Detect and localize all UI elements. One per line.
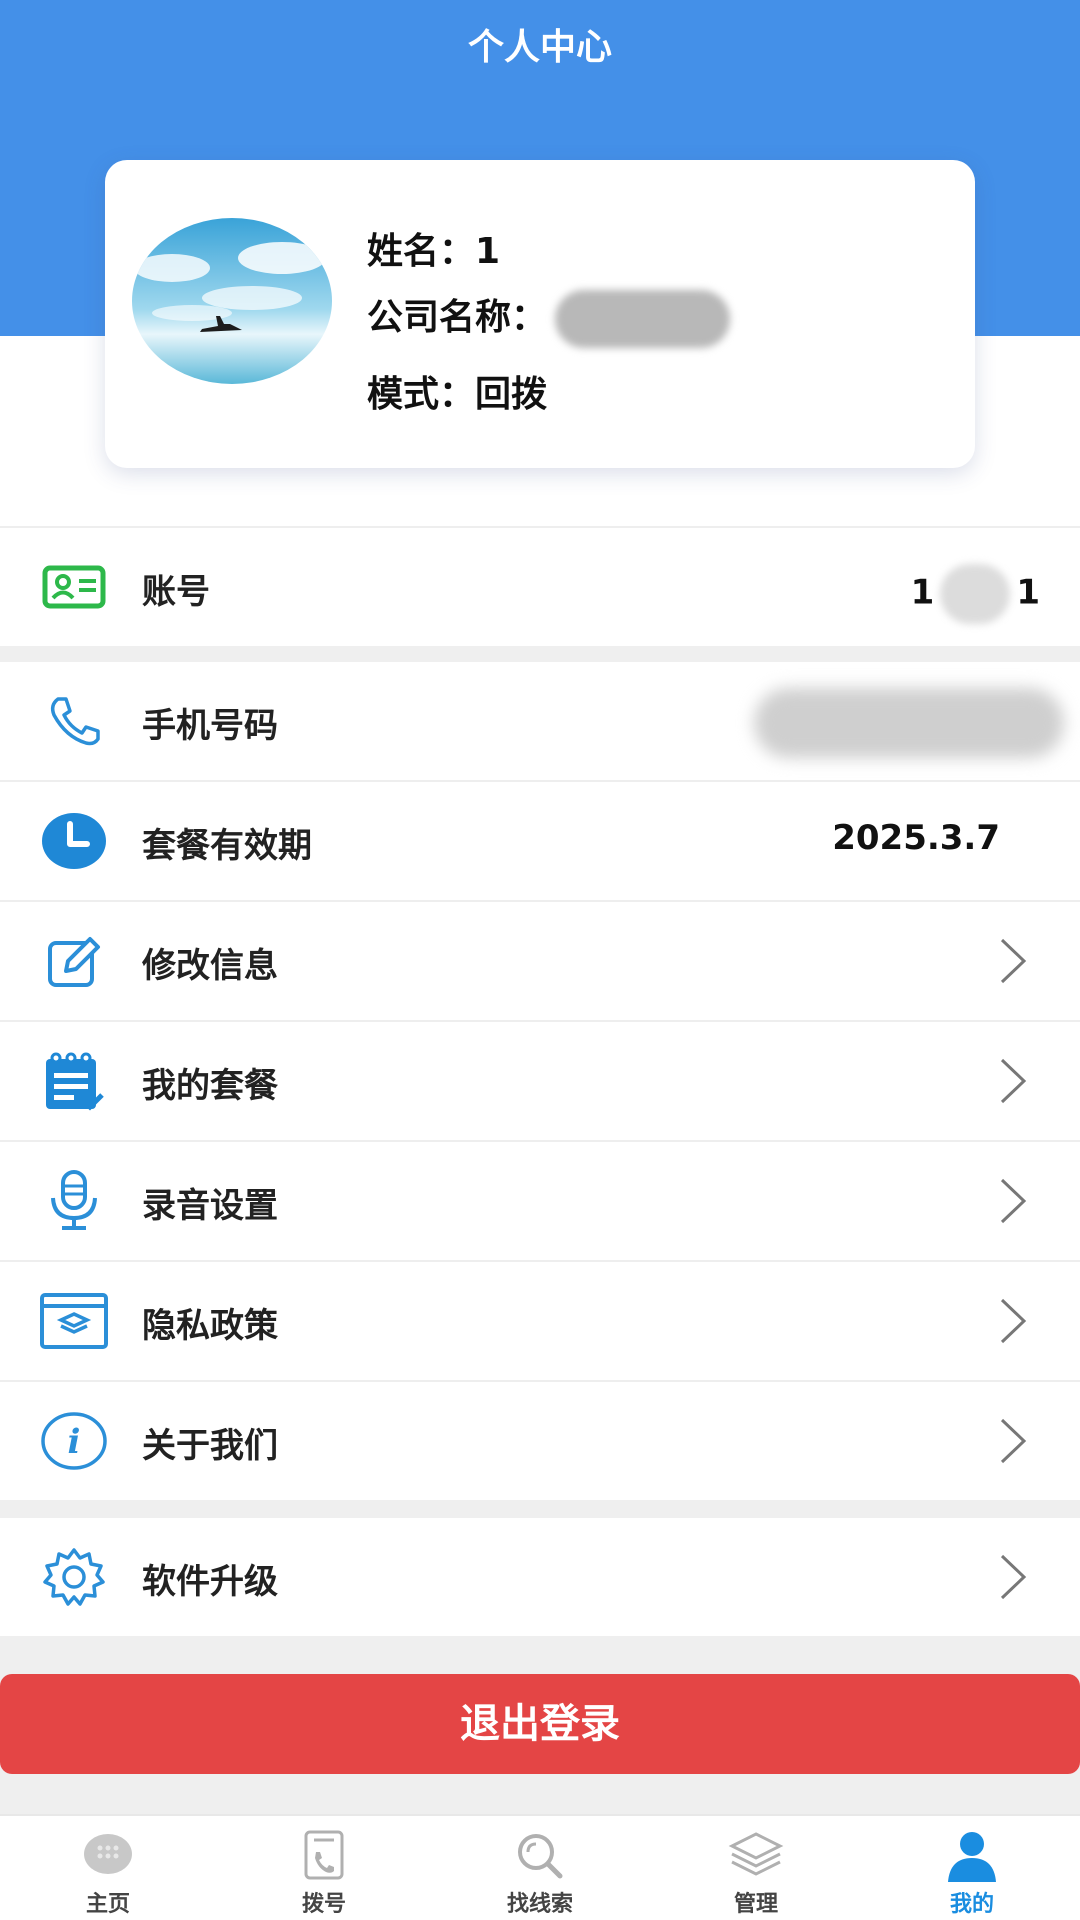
row-software-upgrade[interactable]: 软件升级 bbox=[0, 1518, 1080, 1636]
row-my-plan[interactable]: 我的套餐 bbox=[0, 1022, 1080, 1140]
edit-label: 修改信息 bbox=[142, 946, 278, 986]
account-label: 账号 bbox=[142, 572, 210, 612]
privacy-label: 隐私政策 bbox=[142, 1306, 278, 1346]
logout-button[interactable]: 退出登录 bbox=[0, 1674, 1080, 1774]
phone-label: 手机号码 bbox=[142, 706, 278, 746]
chevron-right-icon bbox=[1000, 938, 1027, 984]
profile-mode-line: 模式：回拨 bbox=[367, 365, 547, 417]
tab-dial[interactable]: 拨号 bbox=[216, 1816, 432, 1920]
phone-value-redacted bbox=[754, 688, 1064, 758]
page-title: 个人中心 bbox=[467, 27, 612, 68]
mode-label: 模式： bbox=[367, 374, 476, 415]
tab-find-leads[interactable]: 找线索 bbox=[432, 1816, 648, 1920]
svg-text:i: i bbox=[68, 1422, 81, 1462]
layers-icon bbox=[728, 1832, 784, 1876]
section-gap bbox=[0, 646, 1080, 662]
row-account[interactable]: 账号 11 bbox=[0, 528, 1080, 646]
notepad-icon bbox=[38, 1048, 110, 1114]
upgrade-label: 软件升级 bbox=[142, 1562, 278, 1602]
row-edit-info[interactable]: 修改信息 bbox=[0, 902, 1080, 1020]
account-value-start: 1 bbox=[910, 572, 935, 613]
tab-mine[interactable]: 我的 bbox=[864, 1816, 1080, 1920]
row-recording-settings[interactable]: 录音设置 bbox=[0, 1142, 1080, 1260]
gear-icon bbox=[38, 1544, 110, 1610]
chevron-right-icon bbox=[1000, 1554, 1027, 1600]
mode-value: 回拨 bbox=[475, 374, 548, 415]
tab-label: 主页 bbox=[85, 1892, 130, 1917]
shield-window-icon bbox=[38, 1288, 110, 1354]
chevron-right-icon bbox=[1000, 1178, 1027, 1224]
row-privacy-policy[interactable]: 隐私政策 bbox=[0, 1262, 1080, 1380]
company-value-redacted bbox=[555, 290, 731, 348]
chevron-right-icon bbox=[1000, 1298, 1027, 1344]
plan-label: 我的套餐 bbox=[142, 1066, 278, 1106]
company-label: 公司名称： bbox=[367, 297, 548, 338]
tab-manage[interactable]: 管理 bbox=[648, 1816, 864, 1920]
id-card-icon bbox=[38, 554, 110, 620]
chevron-right-icon bbox=[1000, 1418, 1027, 1464]
tab-label: 管理 bbox=[733, 1892, 778, 1917]
row-phone[interactable]: 手机号码 bbox=[0, 662, 1080, 780]
phone-icon bbox=[38, 688, 110, 754]
profile-company-line: 公司名称： bbox=[367, 288, 731, 348]
validity-value: 2025.3.7 bbox=[832, 818, 1000, 858]
recording-label: 录音设置 bbox=[142, 1186, 278, 1226]
microphone-icon bbox=[38, 1168, 110, 1234]
name-label: 姓名： bbox=[367, 231, 476, 272]
home-icon bbox=[84, 1834, 132, 1874]
about-label: 关于我们 bbox=[142, 1426, 278, 1466]
search-icon bbox=[518, 1834, 563, 1879]
avatar[interactable] bbox=[132, 218, 332, 384]
user-icon bbox=[948, 1832, 996, 1882]
section-gap bbox=[0, 1500, 1080, 1518]
info-icon: i bbox=[38, 1408, 110, 1474]
profile-name-line: 姓名：1 bbox=[367, 222, 500, 274]
account-value-redacted bbox=[940, 564, 1011, 624]
account-value: 11 bbox=[911, 564, 1040, 624]
validity-label: 套餐有效期 bbox=[142, 826, 312, 866]
tab-label: 找线索 bbox=[506, 1892, 573, 1917]
account-value-end: 1 bbox=[1016, 572, 1040, 613]
clock-icon bbox=[38, 808, 110, 874]
profile-card: 姓名：1 公司名称： 模式：回拨 bbox=[105, 160, 975, 468]
tab-label: 我的 bbox=[949, 1892, 994, 1917]
tab-home[interactable]: 主页 bbox=[0, 1816, 216, 1920]
row-about-us[interactable]: i 关于我们 bbox=[0, 1382, 1080, 1500]
row-validity: 套餐有效期 2025.3.7 bbox=[0, 782, 1080, 900]
tab-bar: 主页 拨号 找线索 管理 我的 bbox=[0, 1814, 1080, 1920]
tab-label: 拨号 bbox=[301, 1892, 346, 1917]
name-value: 1 bbox=[475, 231, 501, 272]
edit-icon bbox=[38, 928, 110, 994]
dial-icon bbox=[304, 1830, 344, 1880]
chevron-right-icon bbox=[1000, 1058, 1027, 1104]
